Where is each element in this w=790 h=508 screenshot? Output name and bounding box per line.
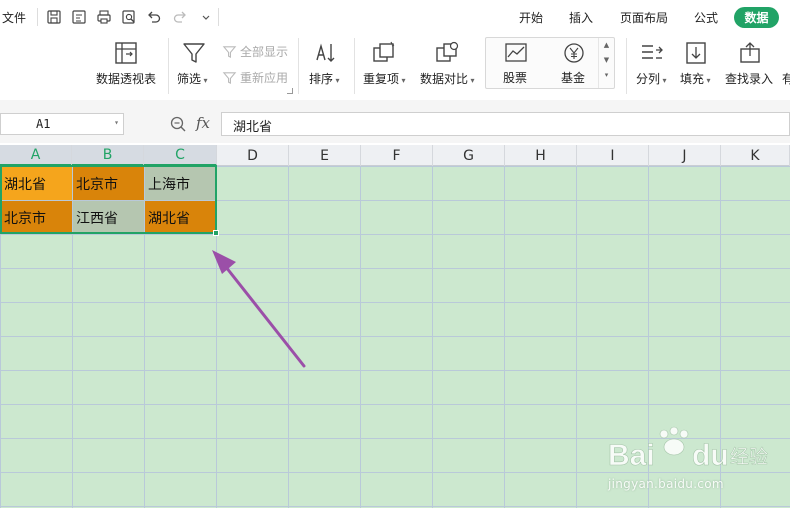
- fill-button[interactable]: 填充 ▾: [680, 70, 711, 87]
- cell-c2[interactable]: 湖北省: [145, 201, 216, 234]
- formula-input[interactable]: 湖北省: [221, 112, 790, 136]
- pivot-table-button[interactable]: 数据透视表: [96, 70, 156, 87]
- name-box[interactable]: A1 ▾: [0, 113, 124, 135]
- filter-dialog-launcher[interactable]: [287, 88, 293, 94]
- find-entry-button[interactable]: 查找录入: [725, 70, 773, 87]
- insert-function-button[interactable]: fx: [196, 114, 210, 132]
- export-pdf-icon[interactable]: [70, 8, 88, 26]
- stock-chart-icon: [503, 42, 529, 64]
- cell-b1[interactable]: 北京市: [73, 167, 144, 200]
- fill-handle[interactable]: [213, 230, 219, 236]
- reapply-icon: [222, 72, 237, 85]
- print-preview-icon[interactable]: [120, 8, 138, 26]
- chevron-down-icon: ▾: [468, 76, 475, 85]
- compare-icon: [434, 40, 460, 66]
- column-header-j[interactable]: J: [649, 145, 721, 166]
- print-icon[interactable]: [95, 8, 113, 26]
- column-header-a[interactable]: A: [0, 145, 72, 166]
- tab-home[interactable]: 开始: [519, 9, 543, 26]
- watermark-url: jingyan.baidu.com: [608, 477, 724, 491]
- toolbar-divider: [218, 8, 219, 26]
- save-icon[interactable]: [45, 8, 63, 26]
- chevron-down-icon: ▾: [704, 76, 711, 85]
- split-columns-icon: [639, 40, 665, 66]
- svg-text:du: du: [692, 439, 729, 472]
- formula-bar: A1 ▾ fx 湖北省: [0, 112, 790, 143]
- ribbon-divider: [354, 38, 355, 94]
- svg-text:Bai: Bai: [608, 439, 655, 472]
- baidu-logo: Bai du 经验: [608, 426, 768, 472]
- ribbon-divider: [626, 38, 627, 94]
- ribbon: 数据透视表 筛选 ▾ 全部显示 重新应用 排序 ▾ 重复项 ▾ 数据对比 ▾ 股…: [0, 34, 790, 100]
- split-button[interactable]: 分列 ▾: [636, 70, 667, 87]
- svg-text:经验: 经验: [730, 446, 768, 468]
- find-entry-icon: [737, 40, 763, 66]
- sort-label: 排序: [309, 72, 334, 86]
- fill-label: 填充: [680, 72, 705, 86]
- reapply-label: 重新应用: [240, 71, 289, 85]
- split-label: 分列: [636, 72, 661, 86]
- sort-icon: [312, 40, 338, 66]
- gallery-scroll[interactable]: ▲ ▼ ▾: [598, 38, 614, 88]
- filter-button[interactable]: 筛选 ▾: [177, 70, 208, 87]
- redo-icon[interactable]: [171, 8, 189, 26]
- ribbon-divider: [168, 38, 169, 94]
- reapply-button[interactable]: 重新应用: [222, 69, 288, 86]
- title-toolbar: 文件 开始 插入 页面布局 公式 数据: [0, 0, 790, 34]
- chevron-down-icon[interactable]: ▾: [114, 118, 119, 127]
- compare-button[interactable]: 数据对比 ▾: [420, 70, 475, 87]
- toolbar-divider: [37, 8, 38, 26]
- chevron-down-icon: ▾: [201, 76, 208, 85]
- chevron-down-icon: ▾: [660, 76, 667, 85]
- tab-page-layout[interactable]: 页面布局: [620, 9, 668, 26]
- tab-insert[interactable]: 插入: [569, 9, 593, 26]
- tab-data[interactable]: 数据: [734, 7, 779, 28]
- column-header-d[interactable]: D: [217, 145, 289, 166]
- filter-icon: [181, 40, 207, 66]
- chevron-down-icon: ▾: [333, 76, 340, 85]
- duplicates-label: 重复项: [363, 72, 400, 86]
- sort-button[interactable]: 排序 ▾: [309, 70, 340, 87]
- spreadsheet-window: 文件 开始 插入 页面布局 公式 数据 数据透视表 筛选 ▾ 全部显示 重新应用…: [0, 0, 790, 508]
- customize-toolbar-icon[interactable]: [197, 8, 215, 26]
- column-header-g[interactable]: G: [433, 145, 505, 166]
- show-all-button[interactable]: 全部显示: [222, 43, 288, 60]
- ribbon-overflow-label[interactable]: 有: [782, 70, 790, 87]
- file-menu[interactable]: 文件: [2, 9, 26, 26]
- fund-icon: [561, 42, 587, 64]
- chevron-down-icon: ▾: [399, 76, 406, 85]
- tab-formulas[interactable]: 公式: [694, 9, 718, 26]
- fill-down-icon: [683, 40, 709, 66]
- cell-c1[interactable]: 上海市: [145, 167, 216, 200]
- ribbon-divider: [298, 38, 299, 94]
- pivot-table-icon: [113, 40, 139, 66]
- column-header-k[interactable]: K: [721, 145, 790, 166]
- duplicates-button[interactable]: 重复项 ▾: [363, 70, 406, 87]
- data-type-gallery: 股票 基金 ▲ ▼ ▾: [485, 37, 615, 89]
- column-header-i[interactable]: I: [577, 145, 649, 166]
- column-header-row: A B C D E F G H I J K: [0, 145, 790, 166]
- column-header-b[interactable]: B: [72, 145, 144, 166]
- fund-button[interactable]: 基金: [561, 69, 585, 86]
- undo-icon[interactable]: [145, 8, 163, 26]
- cell-a1[interactable]: 湖北省: [1, 167, 72, 200]
- baidu-watermark: Bai du 经验 jingyan.baidu.com: [606, 425, 786, 495]
- compare-label: 数据对比: [420, 72, 469, 86]
- show-all-label: 全部显示: [240, 45, 289, 59]
- ribbon-bottom-strip: [0, 100, 790, 112]
- cell-b2[interactable]: 江西省: [73, 201, 144, 234]
- zoom-icon[interactable]: [169, 115, 187, 133]
- column-header-f[interactable]: F: [361, 145, 433, 166]
- name-box-value: A1: [36, 117, 51, 131]
- column-header-e[interactable]: E: [289, 145, 361, 166]
- duplicates-icon: [371, 40, 397, 66]
- column-header-c[interactable]: C: [144, 145, 217, 166]
- cell-a2[interactable]: 北京市: [1, 201, 72, 234]
- filter-label: 筛选: [177, 72, 202, 86]
- show-all-icon: [222, 46, 237, 59]
- annotation-arrow: [212, 250, 306, 368]
- stocks-button[interactable]: 股票: [503, 69, 527, 86]
- column-header-h[interactable]: H: [505, 145, 577, 166]
